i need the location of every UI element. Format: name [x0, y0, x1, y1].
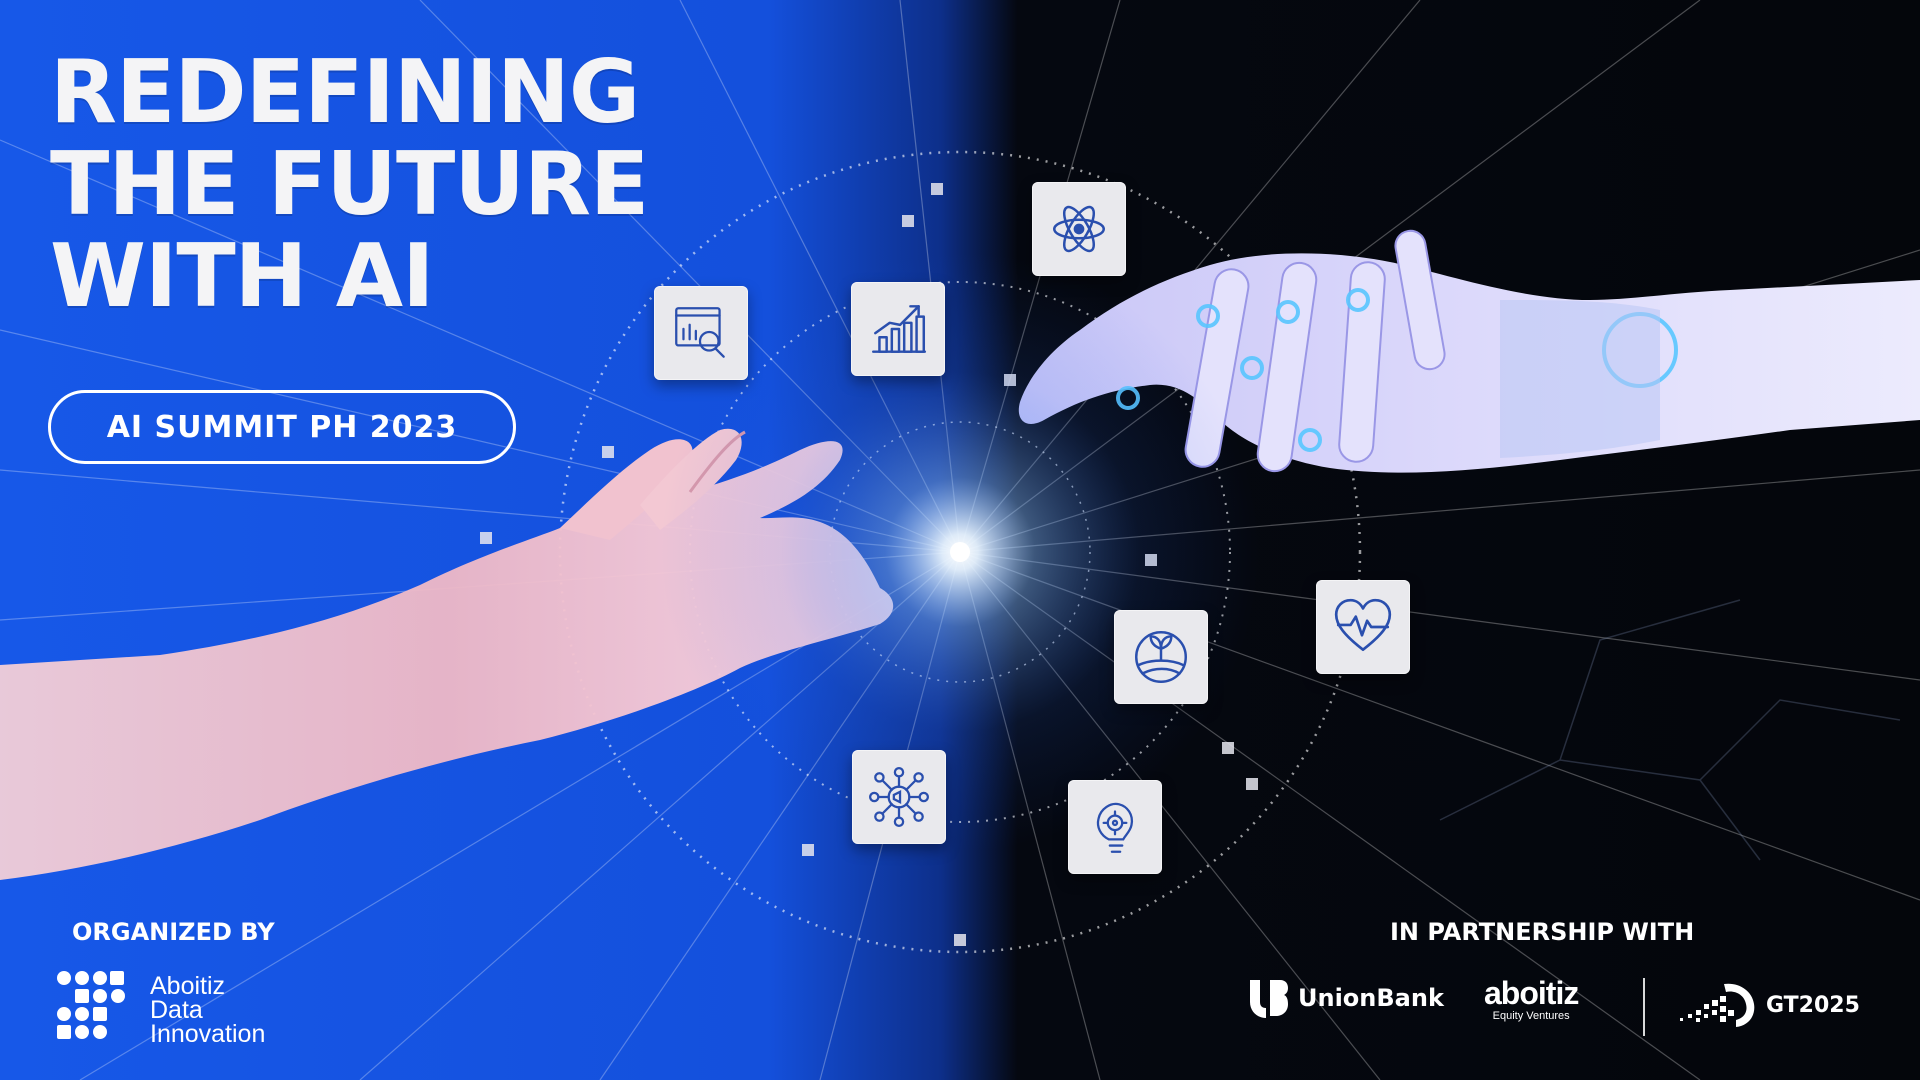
aboitiz-logo: aboitiz Equity Ventures	[1484, 975, 1579, 1022]
atom-icon	[1032, 182, 1126, 276]
org-logo-line-1: Aboitiz	[150, 972, 226, 1000]
organized-by-label: ORGANIZED BY	[72, 918, 275, 946]
headline-line-2: THE FUTURE	[50, 133, 649, 235]
growth-chart-icon	[851, 282, 945, 376]
unionbank-logo: UnionBank	[1246, 976, 1444, 1020]
unionbank-icon	[1250, 980, 1288, 1018]
partner-divider	[1643, 978, 1645, 1036]
adi-dots-icon	[57, 971, 125, 1039]
gt2025-name: GT2025	[1766, 992, 1860, 1018]
aboitiz-name: aboitiz	[1484, 975, 1579, 1011]
agriculture-icon	[1114, 610, 1208, 704]
event-badge: AI SUMMIT PH 2023	[48, 390, 516, 464]
headline: REDEFINING THE FUTURE WITH AI	[50, 46, 770, 322]
unionbank-name: UnionBank	[1298, 984, 1444, 1012]
network-megaphone-icon	[852, 750, 946, 844]
org-logo-line-3: Innovation	[150, 1020, 266, 1048]
headline-line-1: REDEFINING	[50, 41, 640, 143]
idea-gear-icon	[1068, 780, 1162, 874]
gt2025-icon	[1680, 983, 1755, 1027]
heart-health-icon	[1316, 580, 1410, 674]
gt2025-logo: GT2025	[1676, 980, 1860, 1030]
data-analytics-icon	[654, 286, 748, 380]
aboitiz-subtitle: Equity Ventures	[1492, 1010, 1570, 1022]
partnership-label: IN PARTNERSHIP WITH	[1390, 918, 1695, 946]
org-logo-line-2: Data	[150, 996, 203, 1024]
aboitiz-data-innovation-logo: Aboitiz Data Innovation	[56, 970, 265, 1050]
